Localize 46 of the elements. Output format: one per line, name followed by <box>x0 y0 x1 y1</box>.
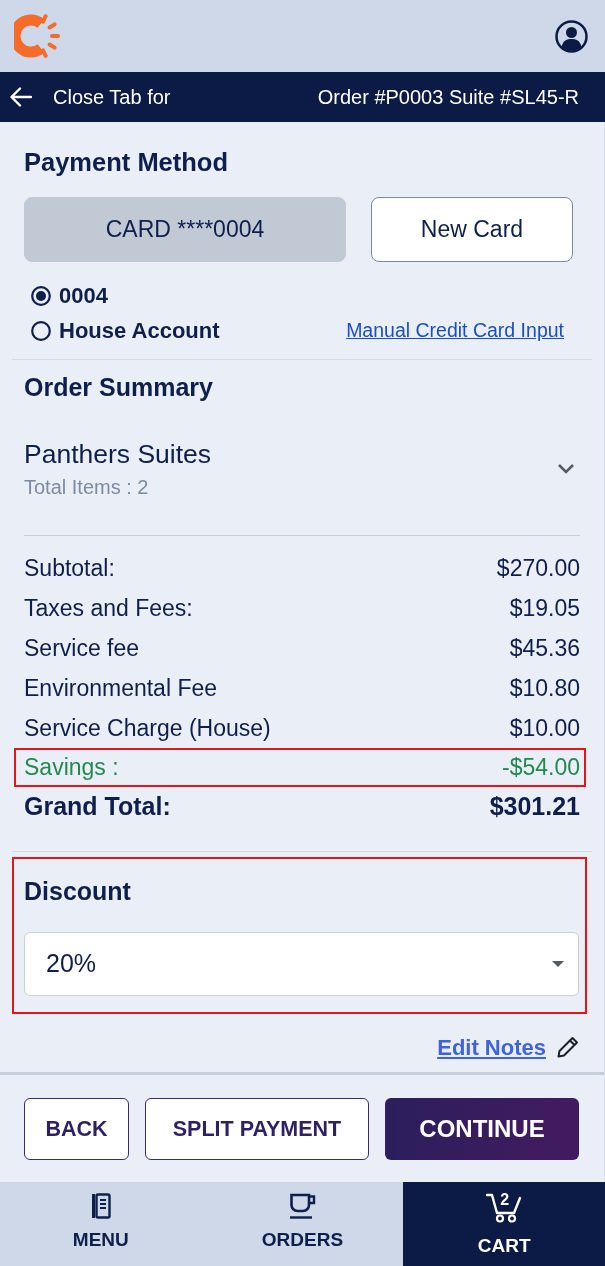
cart-count: 2 <box>500 1191 510 1209</box>
manual-card-link[interactable]: Manual Credit Card Input <box>346 315 564 346</box>
bottom-nav-tab[interactable]: MENU <box>0 1182 202 1266</box>
line-label: Service fee <box>24 633 140 663</box>
cup-icon <box>289 1193 316 1219</box>
edit-notes-link[interactable]: Edit Notes <box>437 1030 546 1064</box>
profile-icon[interactable] <box>555 19 588 53</box>
line-label: Savings : <box>24 753 119 783</box>
item-count: Total Items : 2 <box>24 476 150 498</box>
bottom-nav-tab[interactable]: ORDERS <box>201 1182 404 1266</box>
chevron-down-icon[interactable] <box>557 463 575 474</box>
radio-label[interactable]: 0004 <box>59 279 108 312</box>
radio-button[interactable] <box>31 320 51 341</box>
radio-button[interactable] <box>31 285 51 306</box>
notebook-icon <box>90 1193 111 1219</box>
card-option-button[interactable]: New Card <box>371 197 573 262</box>
line-value: $270.00 <box>496 553 580 583</box>
line-value: -$54.00 <box>502 753 580 783</box>
line-value: $19.05 <box>509 593 580 623</box>
section-title: Discount <box>24 876 132 906</box>
back-arrow-icon[interactable] <box>10 87 32 107</box>
action-button[interactable]: BACK <box>24 1098 129 1160</box>
discount-select[interactable]: 20% <box>24 932 579 996</box>
line-value: $10.80 <box>509 673 580 703</box>
section-title: Payment Method <box>24 147 230 177</box>
action-button[interactable]: SPLIT PAYMENT <box>145 1098 369 1160</box>
brand-logo <box>14 14 60 58</box>
cart-icon <box>486 1193 523 1223</box>
line-label: Taxes and Fees: <box>24 593 193 623</box>
line-label: Service Charge (House) <box>24 713 271 743</box>
line-value: $301.21 <box>489 791 580 823</box>
card-option-button[interactable]: CARD ****0004 <box>24 197 346 262</box>
line-value: $45.36 <box>509 633 580 663</box>
section-title: Order Summary <box>24 372 214 402</box>
radio-label[interactable]: House Account <box>59 314 220 347</box>
order-label: Order #P0003 Suite #SL45-R <box>317 85 579 110</box>
nav-title: Close Tab for <box>53 85 171 110</box>
action-button[interactable]: CONTINUE <box>385 1098 579 1160</box>
line-value: $10.00 <box>509 713 580 743</box>
line-label: Subtotal: <box>24 553 115 583</box>
bottom-nav-tab[interactable]: 2 CART <box>403 1182 605 1266</box>
line-label: Environmental Fee <box>24 673 218 703</box>
dropdown-caret-icon <box>552 961 564 967</box>
line-label: Grand Total: <box>24 791 171 823</box>
group-name: Panthers Suites <box>24 439 213 469</box>
pencil-icon[interactable] <box>557 1036 579 1058</box>
